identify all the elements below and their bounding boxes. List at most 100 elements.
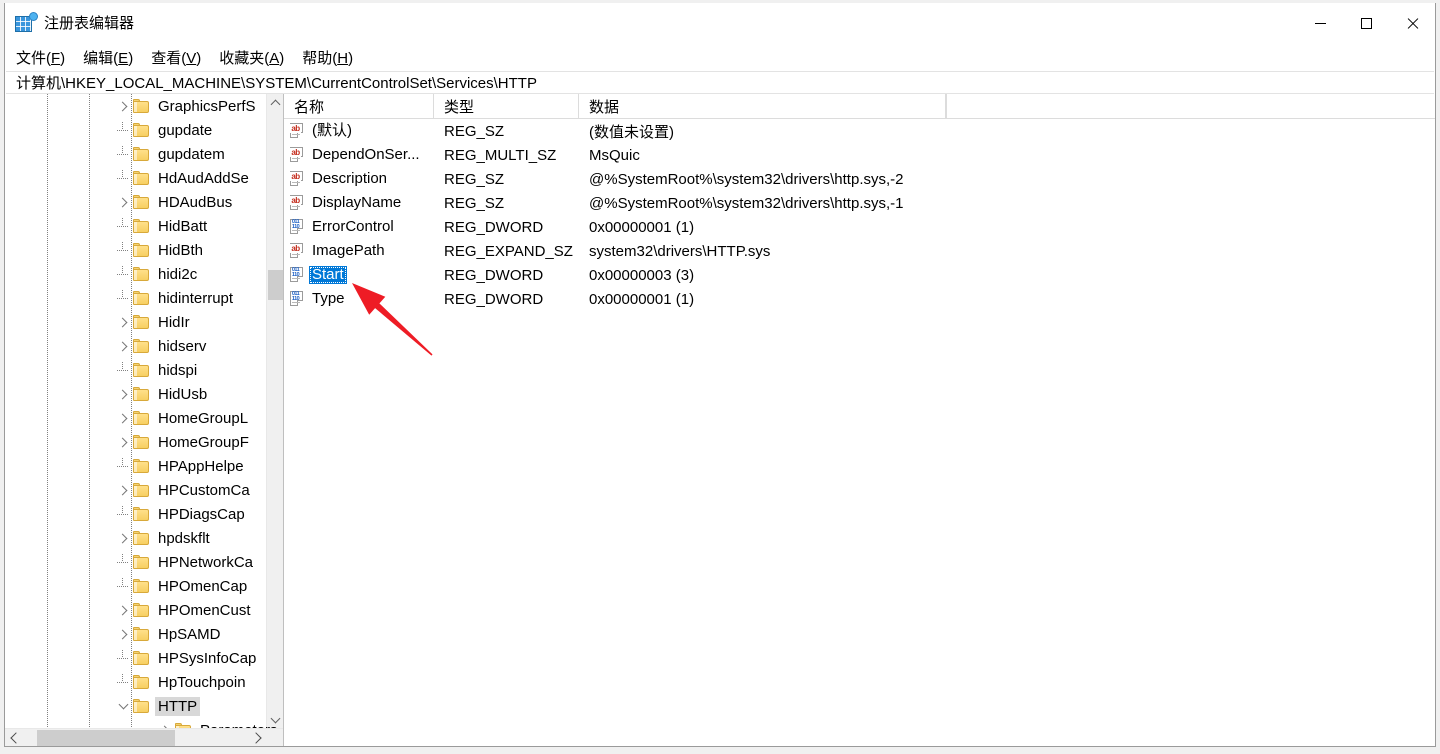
value-name: Description [312,170,388,187]
chevron-right-icon[interactable] [115,410,131,426]
horizontal-scroll-thumb[interactable] [37,730,175,746]
column-divider[interactable] [946,94,947,119]
tree-node-hpnetworkca[interactable]: HPNetworkCa [5,550,265,574]
scroll-left-button[interactable] [5,729,23,746]
value-type-cell: REG_DWORD [444,218,544,236]
value-name-cell[interactable]: ab DependOnSer... [284,146,434,164]
tree-node-hpapphelpe[interactable]: HPAppHelpe [5,454,265,478]
chevron-right-icon[interactable] [115,338,131,354]
tree-node-http[interactable]: HTTP [5,694,265,718]
tree-node-hidbth[interactable]: HidBth [5,238,265,262]
registry-value-row[interactable]: ab (默认) REG_SZ (数值未设置) [284,119,1435,143]
menu-bar: 文件(F) 编辑(E) 查看(V) 收藏夹(A) 帮助(H) [5,43,1435,71]
tree-node-hidinterrupt[interactable]: hidinterrupt [5,286,265,310]
chevron-right-icon[interactable] [115,386,131,402]
tree-node-hpomencap[interactable]: HPOmenCap [5,574,265,598]
folder-icon [133,387,149,401]
tree-node-hidi2c[interactable]: hidi2c [5,262,265,286]
tree-node-gupdatem[interactable]: gupdatem [5,142,265,166]
registry-value-row[interactable]: ab ImagePath REG_EXPAND_SZ system32\drivers… [284,239,1435,263]
vertical-scroll-thumb[interactable] [268,270,283,300]
column-header-name[interactable]: 名称 [284,94,434,119]
registry-value-row[interactable]: ab DependOnSer... REG_MULTI_SZ MsQuic [284,143,1435,167]
folder-icon [133,555,149,569]
tree-node-homegroupf[interactable]: HomeGroupF [5,430,265,454]
tree-node-homegroupl[interactable]: HomeGroupL [5,406,265,430]
value-data-cell: system32\drivers\HTTP.sys [589,242,771,260]
column-header-type[interactable]: 类型 [434,94,579,119]
folder-icon [133,243,149,257]
tree-node-label: HomeGroupL [158,409,249,427]
chevron-left-icon [9,732,22,744]
value-name-cell[interactable]: ab DisplayName [284,194,434,212]
chevron-right-icon[interactable] [115,602,131,618]
tree-node-hidir[interactable]: HidIr [5,310,265,334]
address-bar[interactable]: 计算机\HKEY_LOCAL_MACHINE\SYSTEM\CurrentCon… [6,71,1434,94]
menu-help[interactable]: 帮助(H) [302,45,360,70]
tree-node-hptouchpoin[interactable]: HpTouchpoin [5,670,265,694]
chevron-right-icon[interactable] [157,722,173,728]
chevron-right-icon[interactable] [115,434,131,450]
registry-value-row[interactable]: ab Description REG_SZ @%SystemRoot%\system3… [284,167,1435,191]
tree-horizontal-scrollbar[interactable] [5,728,283,746]
registry-value-row[interactable]: ab DisplayName REG_SZ @%SystemRoot%\system3… [284,191,1435,215]
chevron-down-icon[interactable] [115,698,131,714]
tree-node-hpdiagscap[interactable]: HPDiagsCap [5,502,265,526]
column-header-label: 类型 [444,99,475,116]
chevron-right-icon[interactable] [115,530,131,546]
tree-node-parameters[interactable]: Parameters [5,718,278,728]
registry-tree-pane: GraphicsPerfS gupdate gupdatem HdAudAddSe HD… [5,94,284,746]
chevron-right-icon[interactable] [115,626,131,642]
folder-icon [133,699,149,713]
menu-favorites[interactable]: 收藏夹(A) [219,45,291,70]
maximize-button[interactable] [1343,3,1389,43]
tree-node-gupdate[interactable]: gupdate [5,118,265,142]
tree-connector [115,266,131,282]
registry-value-row[interactable]: 011 110 ErrorControl REG_DWORD 0x00000001 (1… [284,215,1435,239]
chevron-right-icon[interactable] [115,98,131,114]
tree-node-label: HidIr [158,313,190,331]
menu-view[interactable]: 查看(V) [151,45,208,70]
value-name-cell[interactable]: 011 110 Type [284,290,434,308]
registry-value-row[interactable]: 011 110 Type REG_DWORD 0x00000001 (1) [284,287,1435,311]
tree-node-hidusb[interactable]: HidUsb [5,382,265,406]
tree-viewport: GraphicsPerfS gupdate gupdatem HdAudAddSe HD… [5,94,283,728]
tree-node-label: HPDiagsCap [158,505,245,523]
chevron-right-icon[interactable] [115,482,131,498]
tree-node-graphicsperfs[interactable]: GraphicsPerfS [5,94,265,118]
scroll-right-button[interactable] [248,729,266,746]
tree-node-hidbatt[interactable]: HidBatt [5,214,265,238]
folder-icon [133,219,149,233]
tree-node-hidspi[interactable]: hidspi [5,358,265,382]
tree-node-hdaudaddse[interactable]: HdAudAddSe [5,166,265,190]
tree-node-label: hidspi [158,361,198,379]
value-name-cell[interactable]: ab (默认) [284,122,434,140]
tree-node-hpomencust[interactable]: HPOmenCust [5,598,265,622]
registry-value-row[interactable]: 011 110 Start REG_DWORD 0x00000003 (3) [284,263,1435,287]
column-header-data[interactable]: 数据 [579,94,946,119]
value-data-cell: MsQuic [589,146,640,164]
value-name-cell[interactable]: ab ImagePath [284,242,434,260]
tree-vertical-scrollbar[interactable] [266,94,283,728]
tree-node-hidserv[interactable]: hidserv [5,334,265,358]
tree-node-label: HPOmenCust [158,601,251,619]
scroll-up-button[interactable] [267,94,283,111]
title-bar[interactable]: 注册表编辑器 [5,3,1435,43]
close-button[interactable] [1389,3,1435,43]
value-data-cell: 0x00000001 (1) [589,290,695,308]
chevron-right-icon[interactable] [115,194,131,210]
tree-node-hdaudbus[interactable]: HDAudBus [5,190,265,214]
value-name-cell[interactable]: 011 110 Start [284,266,434,284]
chevron-right-icon[interactable] [115,314,131,330]
value-name-cell[interactable]: ab Description [284,170,434,188]
tree-node-hpcustomca[interactable]: HPCustomCa [5,478,265,502]
tree-node-hpdskflt[interactable]: hpdskflt [5,526,265,550]
menu-file[interactable]: 文件(F) [16,45,72,70]
tree-node-hpsamd[interactable]: HpSAMD [5,622,265,646]
value-name-cell[interactable]: 011 110 ErrorControl [284,218,434,236]
tree-node-hpsysinfocap[interactable]: HPSysInfoCap [5,646,265,670]
value-type-cell: REG_SZ [444,170,505,188]
menu-edit[interactable]: 编辑(E) [83,45,140,70]
string-value-icon: ab [289,171,305,187]
minimize-button[interactable] [1297,3,1343,43]
